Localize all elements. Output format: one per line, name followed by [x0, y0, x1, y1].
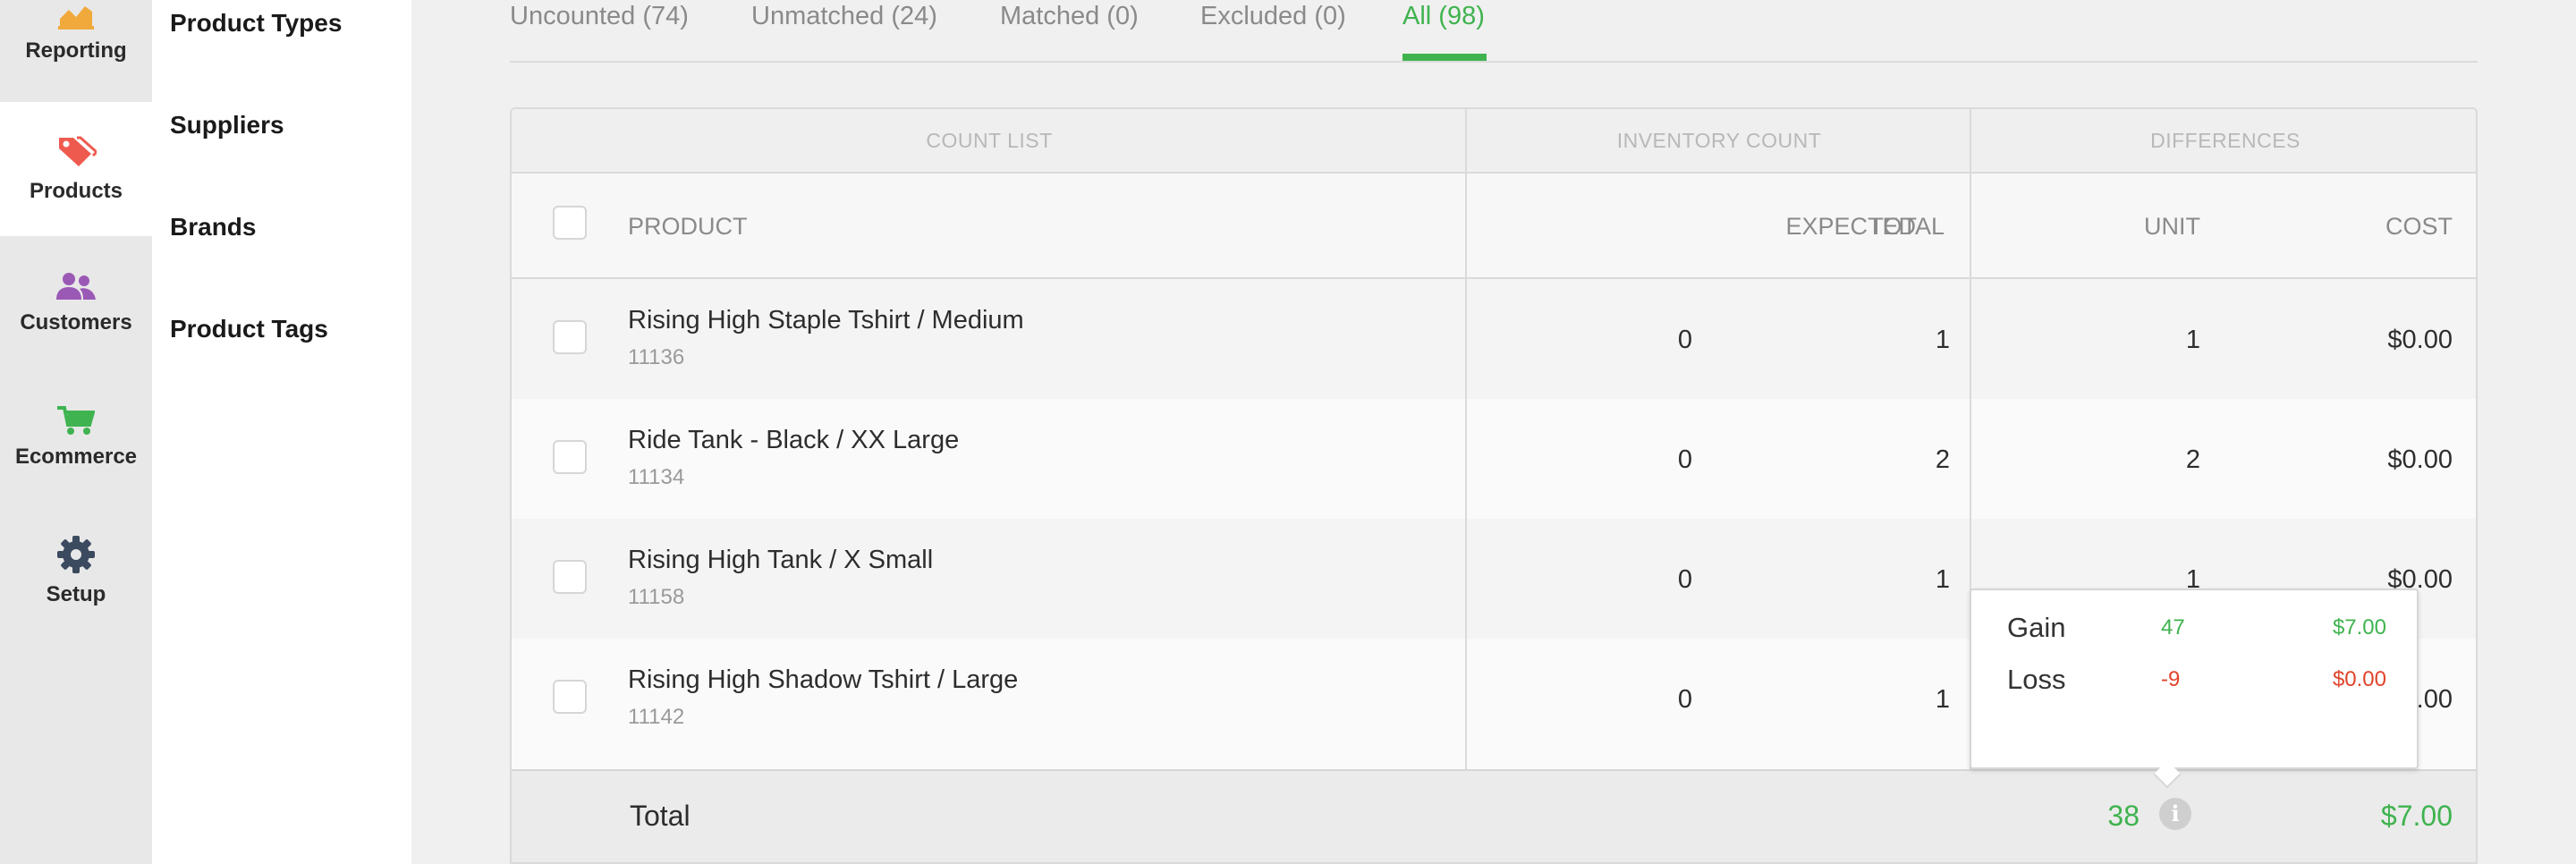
product-sku: 11134	[628, 465, 685, 489]
column-header-total[interactable]: TOTAL	[1868, 213, 1945, 241]
count-filter-tabs: Uncounted (74) Unmatched (24) Matched (0…	[510, 0, 2478, 63]
gear-icon	[57, 536, 95, 573]
expected-value: 0	[1677, 326, 1692, 354]
product-name: Rising High Staple Tshirt / Medium	[628, 306, 1024, 335]
chart-icon	[58, 6, 94, 30]
row-checkbox[interactable]	[553, 440, 587, 474]
gain-cost: $7.00	[2332, 615, 2386, 640]
tab-unmatched[interactable]: Unmatched (24)	[751, 2, 937, 31]
table-header-row: PRODUCT EXPECTED TOTAL UNIT COST	[512, 174, 2476, 279]
nav-label-customers: Customers	[20, 310, 132, 335]
column-divider	[1465, 109, 1467, 769]
group-header-inventory-count: INVENTORY COUNT	[1467, 109, 1971, 174]
difference-breakdown-popover: Gain 47 $7.00 Loss -9 $0.00	[1970, 589, 2419, 769]
select-all-checkbox[interactable]	[553, 206, 587, 240]
column-header-unit[interactable]: UNIT	[2144, 213, 2200, 241]
submenu-item-suppliers[interactable]: Suppliers	[170, 111, 284, 140]
gain-label: Gain	[2007, 612, 2066, 643]
nav-label-reporting: Reporting	[25, 38, 127, 63]
main-nav: Reporting Products Customers Ecommerce S…	[0, 0, 152, 864]
table-row[interactable]: Rising High Staple Tshirt / Medium 11136…	[512, 279, 2476, 399]
row-checkbox[interactable]	[553, 680, 587, 714]
product-sku: 11142	[628, 705, 685, 729]
cost-difference: $0.00	[2387, 326, 2453, 354]
nav-item-products[interactable]: Products	[0, 102, 152, 236]
nav-label-products: Products	[29, 179, 123, 203]
tab-matched[interactable]: Matched (0)	[1000, 2, 1139, 31]
cart-icon	[57, 406, 95, 435]
tab-all[interactable]: All (98)	[1402, 2, 1485, 31]
nav-item-customers[interactable]: Customers	[0, 236, 152, 370]
unit-difference: 1	[2185, 326, 2200, 354]
total-value: 1	[1935, 326, 1950, 354]
cost-difference: .00	[2416, 685, 2453, 714]
loss-label: Loss	[2007, 664, 2066, 695]
products-submenu: Product Types Suppliers Brands Product T…	[152, 0, 411, 864]
row-checkbox[interactable]	[553, 560, 587, 594]
submenu-item-product-types[interactable]: Product Types	[170, 9, 342, 38]
total-value: 2	[1935, 445, 1950, 474]
product-sku: 11136	[628, 345, 685, 369]
nav-item-reporting[interactable]: Reporting	[0, 0, 152, 98]
loss-units: -9	[2161, 667, 2181, 691]
unit-difference: 2	[2185, 445, 2200, 474]
column-header-product[interactable]: PRODUCT	[628, 213, 748, 241]
active-tab-indicator	[1402, 54, 1487, 61]
nav-label-setup: Setup	[46, 582, 106, 606]
total-label: Total	[630, 800, 691, 832]
group-header-differences: DIFFERENCES	[1971, 109, 2476, 174]
column-header-cost[interactable]: COST	[2385, 213, 2453, 241]
total-cost-difference: $7.00	[2380, 800, 2453, 832]
loss-cost: $0.00	[2332, 667, 2386, 691]
table-row[interactable]: Ride Tank - Black / XX Large 11134 0 2 2…	[512, 399, 2476, 519]
submenu-item-brands[interactable]: Brands	[170, 213, 256, 241]
product-sku: 11158	[628, 585, 685, 609]
nav-item-ecommerce[interactable]: Ecommerce	[0, 370, 152, 504]
info-icon[interactable]: i	[2159, 798, 2191, 830]
tab-excluded[interactable]: Excluded (0)	[1200, 2, 1346, 31]
cost-difference: $0.00	[2387, 445, 2453, 474]
total-value: 1	[1935, 565, 1950, 594]
expected-value: 0	[1677, 565, 1692, 594]
submenu-item-product-tags[interactable]: Product Tags	[170, 315, 328, 343]
tag-icon	[59, 136, 97, 166]
row-checkbox[interactable]	[553, 320, 587, 354]
total-unit-difference: 38	[2107, 800, 2140, 832]
tab-uncounted[interactable]: Uncounted (74)	[510, 2, 689, 31]
product-name: Ride Tank - Black / XX Large	[628, 426, 960, 454]
nav-item-setup[interactable]: Setup	[0, 504, 152, 639]
expected-value: 0	[1677, 445, 1692, 474]
product-name: Rising High Tank / X Small	[628, 546, 934, 574]
total-value: 1	[1935, 685, 1950, 714]
expected-value: 0	[1677, 685, 1692, 714]
gain-units: 47	[2161, 615, 2185, 640]
group-header-count-list: COUNT LIST	[512, 109, 1467, 174]
people-icon	[56, 273, 96, 300]
nav-label-ecommerce: Ecommerce	[14, 445, 138, 469]
product-name: Rising High Shadow Tshirt / Large	[628, 665, 1019, 694]
